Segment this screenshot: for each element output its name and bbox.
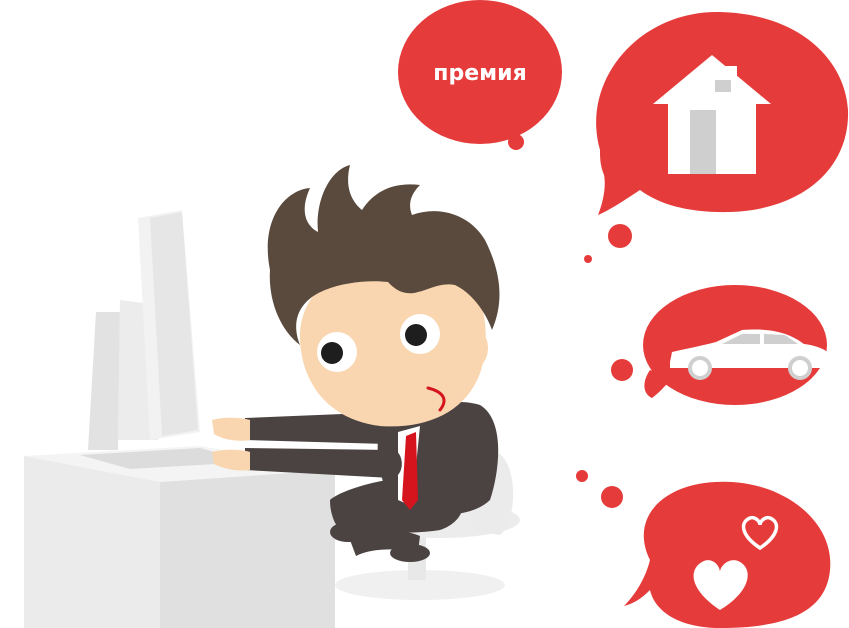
eye-right <box>400 314 440 354</box>
illustration-scene: премия <box>24 0 849 628</box>
thought-dot <box>508 134 524 150</box>
desk <box>24 446 335 628</box>
thought-bubble-bonus: премия <box>398 0 562 144</box>
thought-bubble-car <box>643 285 833 405</box>
eye-left <box>317 332 357 372</box>
thought-bubble-hearts <box>624 481 831 628</box>
thought-dot <box>584 255 592 263</box>
thought-dot <box>601 486 623 508</box>
monitor <box>88 210 200 450</box>
bubble-bonus-text: премия <box>433 61 526 86</box>
thought-bubble-house <box>596 11 849 215</box>
thought-dot <box>611 359 633 381</box>
thought-dot <box>576 470 588 482</box>
thought-dot <box>608 224 632 248</box>
